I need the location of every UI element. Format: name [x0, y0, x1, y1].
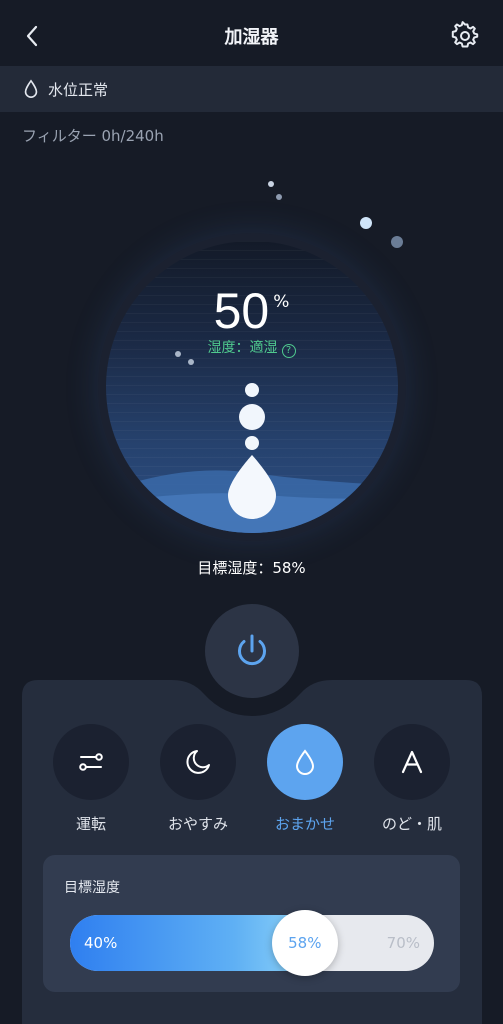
- slider-min-label: 40%: [84, 934, 118, 952]
- mode-label-run: 運転: [75, 815, 106, 833]
- humidity-unit: %: [273, 292, 290, 312]
- current-humidity: 50%: [0, 282, 503, 340]
- letter-a-icon: [401, 750, 423, 774]
- filter-usage: フィルター 0h/240h: [22, 127, 164, 145]
- decor-dot: [360, 217, 372, 229]
- slider-max-label: 70%: [386, 934, 420, 952]
- power-button[interactable]: [205, 604, 299, 698]
- decor-dot: [276, 194, 282, 200]
- mode-button-run[interactable]: [53, 724, 129, 800]
- humidity-number: 50: [213, 283, 270, 339]
- mode-label-auto: おまかせ: [274, 815, 335, 833]
- page-title: 加湿器: [224, 27, 279, 48]
- water-drop-icon: [295, 749, 315, 775]
- app-header: 加湿器: [0, 0, 503, 66]
- water-drop-icon: [24, 79, 38, 98]
- target-humidity-summary: 目標湿度：58%: [197, 559, 306, 577]
- mode-label-throat-skin: のど・肌: [381, 815, 442, 833]
- target-humidity-slider[interactable]: 40% 70% 58%: [70, 910, 434, 976]
- mode-label-sleep: おやすみ: [167, 815, 228, 833]
- settings-button[interactable]: [450, 21, 480, 51]
- humidity-status-text: 湿度：適湿: [207, 340, 278, 356]
- power-icon: [238, 634, 266, 666]
- decor-dot: [268, 181, 274, 187]
- question-circle-icon[interactable]: ?: [281, 344, 296, 358]
- water-level-text: 水位正常: [48, 80, 109, 99]
- moon-icon: [186, 750, 210, 774]
- mode-button-throat-skin[interactable]: [374, 724, 450, 800]
- slider-thumb[interactable]: 58%: [271, 910, 338, 976]
- mode-button-auto[interactable]: [267, 724, 343, 800]
- water-level-status: 水位正常: [0, 66, 503, 112]
- target-humidity-label: 目標湿度: [64, 880, 120, 896]
- target-humidity-card: 目標湿度 40% 70% 58%: [43, 855, 460, 992]
- sliders-icon: [79, 753, 103, 771]
- humidity-status: 湿度：適湿?: [0, 337, 503, 358]
- mode-button-sleep[interactable]: [160, 724, 236, 800]
- gear-icon: [451, 21, 479, 48]
